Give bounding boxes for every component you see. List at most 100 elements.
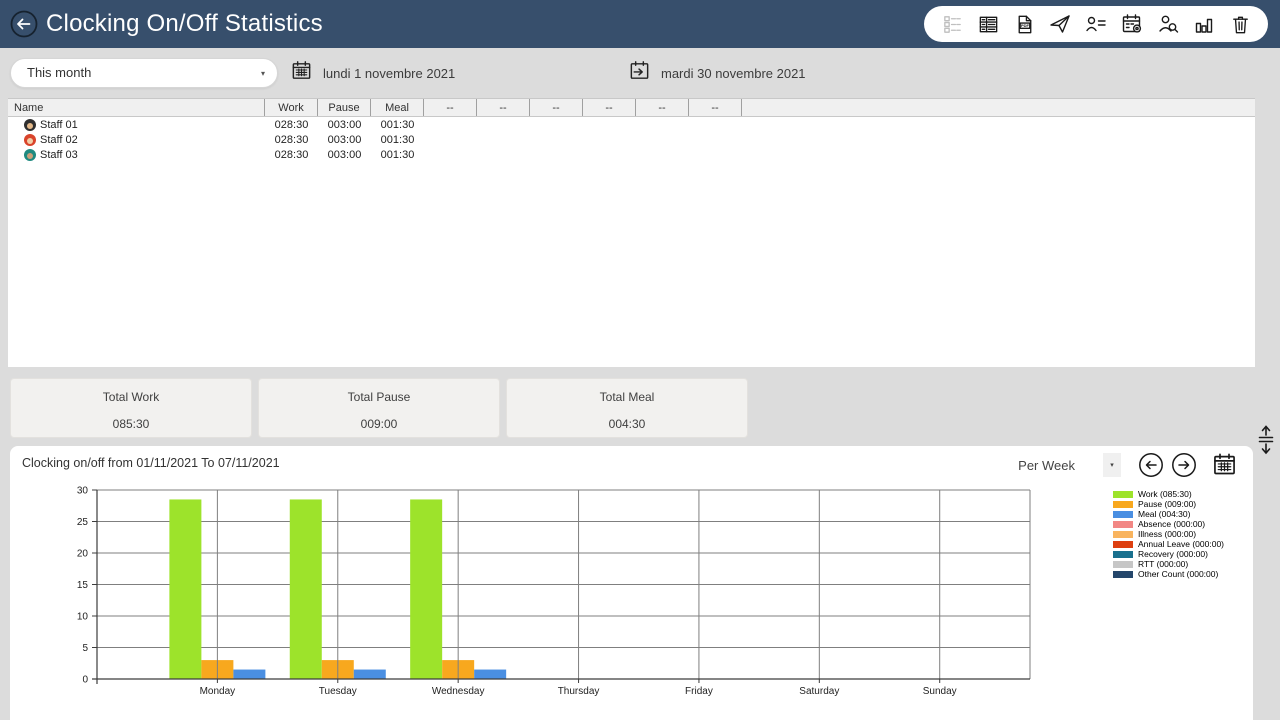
chart-bar — [290, 499, 322, 679]
chart-legend: Work (085:30)Pause (009:00)Meal (004:30)… — [1113, 490, 1224, 578]
legend-item: Illness (000:00) — [1113, 530, 1224, 538]
work-value-cell: 028:30 — [265, 119, 318, 131]
trash-icon[interactable] — [1224, 8, 1256, 40]
legend-swatch — [1113, 541, 1133, 548]
chart-bar — [354, 670, 386, 679]
column-header-work[interactable]: Work — [265, 99, 318, 116]
y-axis-tick-label: 20 — [77, 549, 89, 560]
table-row[interactable]: Staff 02028:30003:00001:30 — [8, 132, 1255, 147]
staff-search-icon[interactable] — [1152, 8, 1184, 40]
legend-label: Annual Leave (000:00) — [1138, 539, 1224, 549]
y-axis-tick-label: 15 — [77, 580, 89, 591]
x-axis-category-label: Monday — [200, 686, 236, 697]
staff-list-icon[interactable] — [1080, 8, 1112, 40]
filter-row: This month ▾ lundi 1 novembre 2021 — [0, 48, 1280, 98]
chart-panel: Clocking on/off from 01/11/2021 To 07/11… — [10, 446, 1253, 720]
legend-item: Absence (000:00) — [1113, 520, 1224, 528]
legend-item: Pause (009:00) — [1113, 500, 1224, 508]
work-value-cell: 028:30 — [265, 149, 318, 161]
legend-label: RTT (000:00) — [1138, 559, 1188, 569]
meal-value-cell: 001:30 — [371, 134, 424, 146]
bar-chart-icon[interactable] — [1188, 8, 1220, 40]
column-header-empty-7[interactable]: -- — [583, 99, 636, 116]
avatar-face — [27, 123, 33, 129]
column-header-meal[interactable]: Meal — [371, 99, 424, 116]
y-axis-tick-label: 30 — [77, 486, 89, 497]
legend-label: Pause (009:00) — [1138, 499, 1196, 509]
pause-value-cell: 003:00 — [318, 134, 371, 146]
legend-item: Recovery (000:00) — [1113, 550, 1224, 558]
legend-label: Work (085:30) — [1138, 489, 1192, 499]
chart-calendar-icon[interactable] — [1209, 451, 1239, 479]
end-date-calendar-icon[interactable] — [628, 59, 651, 87]
total-pause-card: Total Pause 009:00 — [258, 378, 500, 438]
chart-title: Clocking on/off from 01/11/2021 To 07/11… — [22, 456, 280, 470]
column-header-filler — [742, 99, 1255, 116]
end-date-text: mardi 30 novembre 2021 — [661, 66, 806, 81]
checklist-icon[interactable] — [936, 8, 968, 40]
table-view-icon[interactable] — [972, 8, 1004, 40]
x-axis-category-label: Thursday — [558, 686, 600, 697]
avatar-face — [27, 153, 33, 159]
period-dropdown[interactable]: This month ▾ — [10, 58, 278, 88]
pause-value-cell: 003:00 — [318, 149, 371, 161]
legend-swatch — [1113, 511, 1133, 518]
legend-swatch — [1113, 501, 1133, 508]
table-header: NameWorkPauseMeal------------ — [8, 98, 1255, 117]
legend-swatch — [1113, 551, 1133, 558]
panel-resize-handle-icon[interactable] — [1255, 424, 1277, 456]
x-axis-category-label: Friday — [685, 686, 713, 697]
meal-value-cell: 001:30 — [371, 119, 424, 131]
legend-label: Absence (000:00) — [1138, 519, 1205, 529]
staff-name-cell: Staff 02 — [8, 134, 265, 146]
pause-value-cell: 003:00 — [318, 119, 371, 131]
chart-bar — [474, 670, 506, 679]
avatar — [24, 134, 36, 146]
column-header-pause[interactable]: Pause — [318, 99, 371, 116]
legend-label: Meal (004:30) — [1138, 509, 1190, 519]
legend-swatch — [1113, 491, 1133, 498]
table-row[interactable]: Staff 03028:30003:00001:30 — [8, 147, 1255, 162]
chart-controls: Per Week ▾ — [1018, 450, 1239, 480]
column-header-name[interactable]: Name — [8, 99, 265, 116]
x-axis-category-label: Tuesday — [319, 686, 357, 697]
total-pause-label: Total Pause — [259, 390, 499, 404]
legend-swatch — [1113, 571, 1133, 578]
legend-item: Other Count (000:00) — [1113, 570, 1224, 578]
staff-name: Staff 01 — [40, 119, 78, 131]
column-header-empty-5[interactable]: -- — [477, 99, 530, 116]
y-axis-tick-label: 10 — [77, 612, 89, 623]
y-axis-tick-label: 0 — [82, 675, 88, 686]
previous-period-button[interactable] — [1138, 452, 1164, 478]
x-axis-category-label: Wednesday — [432, 686, 485, 697]
pdf-export-icon[interactable]: PDF — [1008, 8, 1040, 40]
total-pause-value: 009:00 — [259, 417, 499, 431]
table-row[interactable]: Staff 01 028:30003:00001:30 — [8, 117, 1255, 132]
avatar — [24, 149, 36, 161]
staff-name-cell: Staff 01 — [8, 119, 265, 131]
next-period-button[interactable] — [1171, 452, 1197, 478]
legend-item: Work (085:30) — [1113, 490, 1224, 498]
y-axis-tick-label: 25 — [77, 517, 89, 528]
toolbar: PDF — [924, 6, 1268, 42]
column-header-empty-6[interactable]: -- — [530, 99, 583, 116]
send-icon[interactable] — [1044, 8, 1076, 40]
legend-label: Illness (000:00) — [1138, 529, 1196, 539]
column-header-empty-4[interactable]: -- — [424, 99, 477, 116]
total-work-label: Total Work — [11, 390, 251, 404]
calendar-settings-icon[interactable] — [1116, 8, 1148, 40]
bar-chart: 051015202530MondayTuesdayWednesdayThursd… — [10, 482, 1100, 714]
chart-period-value: Per Week — [1018, 458, 1075, 473]
start-date-calendar-icon[interactable] — [290, 59, 313, 87]
chart-period-dropdown[interactable]: ▾ — [1103, 453, 1121, 477]
work-value-cell: 028:30 — [265, 134, 318, 146]
column-header-empty-8[interactable]: -- — [636, 99, 689, 116]
avatar — [24, 119, 36, 131]
legend-label: Other Count (000:00) — [1138, 569, 1218, 579]
chevron-down-icon: ▾ — [261, 60, 265, 88]
back-button[interactable] — [10, 10, 38, 38]
chart-bar — [169, 499, 201, 679]
column-header-empty-9[interactable]: -- — [689, 99, 742, 116]
chart-bar — [233, 670, 265, 679]
legend-swatch — [1113, 561, 1133, 568]
